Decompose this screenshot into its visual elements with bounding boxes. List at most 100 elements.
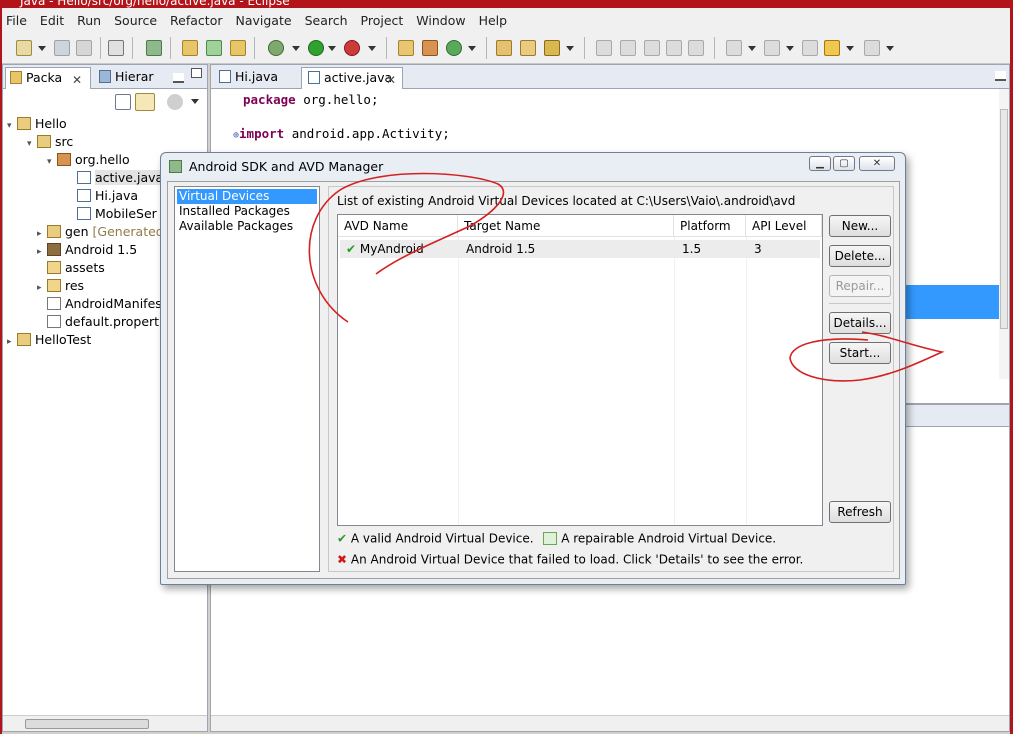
- tree-item[interactable]: ▾ Hello: [7, 115, 67, 133]
- new-class-icon[interactable]: [230, 40, 246, 56]
- tree-item[interactable]: assets: [47, 259, 105, 277]
- tab-package-explorer[interactable]: Packa ✕: [5, 67, 91, 89]
- tree-item[interactable]: AndroidManifest.: [47, 295, 171, 313]
- tree-item[interactable]: active.java: [77, 169, 164, 187]
- open-folder-icon[interactable]: [496, 40, 512, 56]
- menu-edit[interactable]: Edit: [40, 13, 64, 28]
- nav-virtual-devices[interactable]: Virtual Devices: [177, 189, 317, 204]
- new-button[interactable]: New...: [829, 215, 891, 237]
- prev-annotation-icon[interactable]: [764, 40, 780, 56]
- scrollbar-thumb[interactable]: [25, 719, 149, 729]
- collapse-icon[interactable]: ▾: [27, 135, 35, 153]
- column-header-platform[interactable]: Platform: [674, 215, 746, 237]
- table-row[interactable]: ✔ MyAndroid Android 1.5 1.5 3: [340, 240, 820, 258]
- tree-item[interactable]: ▸ gen [Generated Ja: [37, 223, 179, 241]
- menu-run[interactable]: Run: [77, 13, 101, 28]
- binary-icon[interactable]: [108, 40, 124, 56]
- menu-search[interactable]: Search: [305, 13, 348, 28]
- expand-icon[interactable]: ▸: [37, 243, 45, 261]
- tree-item[interactable]: ▾ org.hello: [47, 151, 130, 169]
- tree-item[interactable]: ▸ HelloTest: [7, 331, 91, 349]
- repair-button[interactable]: Repair...: [829, 275, 891, 297]
- next-annotation-icon[interactable]: [726, 40, 742, 56]
- delete-button[interactable]: Delete...: [829, 245, 891, 267]
- pen-icon[interactable]: [544, 40, 560, 56]
- mark-icon[interactable]: [644, 40, 660, 56]
- window-titlebar[interactable]: Java - Hello/src/org/hello/active.java -…: [0, 0, 1013, 8]
- menu-navigate[interactable]: Navigate: [235, 13, 291, 28]
- external-tools-dropdown-icon[interactable]: [368, 46, 376, 51]
- new-junit-icon[interactable]: [206, 40, 222, 56]
- print-icon[interactable]: [76, 40, 92, 56]
- external-tools-icon[interactable]: [344, 40, 360, 56]
- next-annotation-dropdown-icon[interactable]: [748, 46, 756, 51]
- refresh-button[interactable]: Refresh: [829, 501, 891, 523]
- maximize-icon[interactable]: [191, 68, 202, 78]
- details-button[interactable]: Details...: [829, 312, 891, 334]
- filter-icon[interactable]: [167, 94, 183, 110]
- minimize-icon[interactable]: [995, 71, 1006, 81]
- android-download-icon[interactable]: [146, 40, 162, 56]
- new-icon[interactable]: [16, 40, 32, 56]
- link-with-editor-icon[interactable]: [135, 93, 155, 111]
- maximize-icon[interactable]: ▢: [833, 156, 855, 171]
- pen-dropdown-icon[interactable]: [566, 46, 574, 51]
- horizontal-scrollbar[interactable]: [3, 715, 207, 731]
- block-selection-icon[interactable]: [666, 40, 682, 56]
- scrollbar-thumb[interactable]: [1000, 109, 1008, 329]
- minimize-icon[interactable]: ▁: [809, 156, 831, 171]
- collapse-icon[interactable]: ▾: [47, 153, 55, 171]
- menu-help[interactable]: Help: [479, 13, 508, 28]
- horizontal-scrollbar[interactable]: [211, 715, 1009, 731]
- close-icon[interactable]: ✕: [72, 70, 82, 90]
- run-icon[interactable]: [308, 40, 324, 56]
- menu-file[interactable]: File: [6, 13, 27, 28]
- open-task-icon[interactable]: [422, 40, 438, 56]
- highlight-icon[interactable]: [620, 40, 636, 56]
- tab-hierarchy[interactable]: Hierar: [95, 67, 165, 89]
- back-icon[interactable]: [824, 40, 840, 56]
- start-button[interactable]: Start...: [829, 342, 891, 364]
- menu-source[interactable]: Source: [114, 13, 157, 28]
- show-whitespace-icon[interactable]: [688, 40, 704, 56]
- column-header-avd-name[interactable]: AVD Name: [338, 215, 458, 237]
- column-header-api-level[interactable]: API Level: [746, 215, 822, 237]
- close-icon[interactable]: ✕: [386, 70, 396, 90]
- menu-project[interactable]: Project: [361, 13, 404, 28]
- dialog-titlebar[interactable]: Android SDK and AVD Manager ▁ ▢ ✕: [161, 153, 905, 179]
- nav-installed-packages[interactable]: Installed Packages: [177, 204, 317, 219]
- back-dropdown-icon[interactable]: [846, 46, 854, 51]
- close-icon[interactable]: ✕: [859, 156, 895, 171]
- last-edit-icon[interactable]: [802, 40, 818, 56]
- collapse-all-icon[interactable]: [115, 94, 131, 110]
- tree-item[interactable]: MobileSer: [77, 205, 157, 223]
- column-header-target-name[interactable]: Target Name: [458, 215, 674, 237]
- collapse-icon[interactable]: ▾: [7, 117, 15, 135]
- tree-item[interactable]: default.properties: [47, 313, 177, 331]
- forward-dropdown-icon[interactable]: [886, 46, 894, 51]
- menu-refactor[interactable]: Refactor: [170, 13, 222, 28]
- expand-icon[interactable]: ▸: [37, 279, 45, 297]
- minimize-icon[interactable]: [173, 73, 184, 83]
- view-menu-icon[interactable]: [191, 99, 199, 104]
- vertical-scrollbar[interactable]: [999, 89, 1009, 379]
- debug-icon[interactable]: [268, 40, 284, 56]
- expand-icon[interactable]: ▸: [7, 333, 15, 351]
- new-java-project-icon[interactable]: [182, 40, 198, 56]
- tab-active-java[interactable]: active.java ✕: [301, 67, 403, 89]
- run-dropdown-icon[interactable]: [328, 46, 336, 51]
- new-dropdown-icon[interactable]: [38, 46, 46, 51]
- annotation-icon[interactable]: [596, 40, 612, 56]
- menu-window[interactable]: Window: [416, 13, 465, 28]
- tree-item[interactable]: ▸ Android 1.5: [37, 241, 137, 259]
- nav-available-packages[interactable]: Available Packages: [177, 219, 317, 234]
- refresh-icon[interactable]: [446, 40, 462, 56]
- tree-item[interactable]: ▸ res: [37, 277, 84, 295]
- tab-hi-java[interactable]: Hi.java: [213, 67, 297, 89]
- folder-icon[interactable]: [520, 40, 536, 56]
- prev-annotation-dropdown-icon[interactable]: [786, 46, 794, 51]
- forward-icon[interactable]: [864, 40, 880, 56]
- debug-dropdown-icon[interactable]: [292, 46, 300, 51]
- tree-item[interactable]: Hi.java: [77, 187, 138, 205]
- refresh-dropdown-icon[interactable]: [468, 46, 476, 51]
